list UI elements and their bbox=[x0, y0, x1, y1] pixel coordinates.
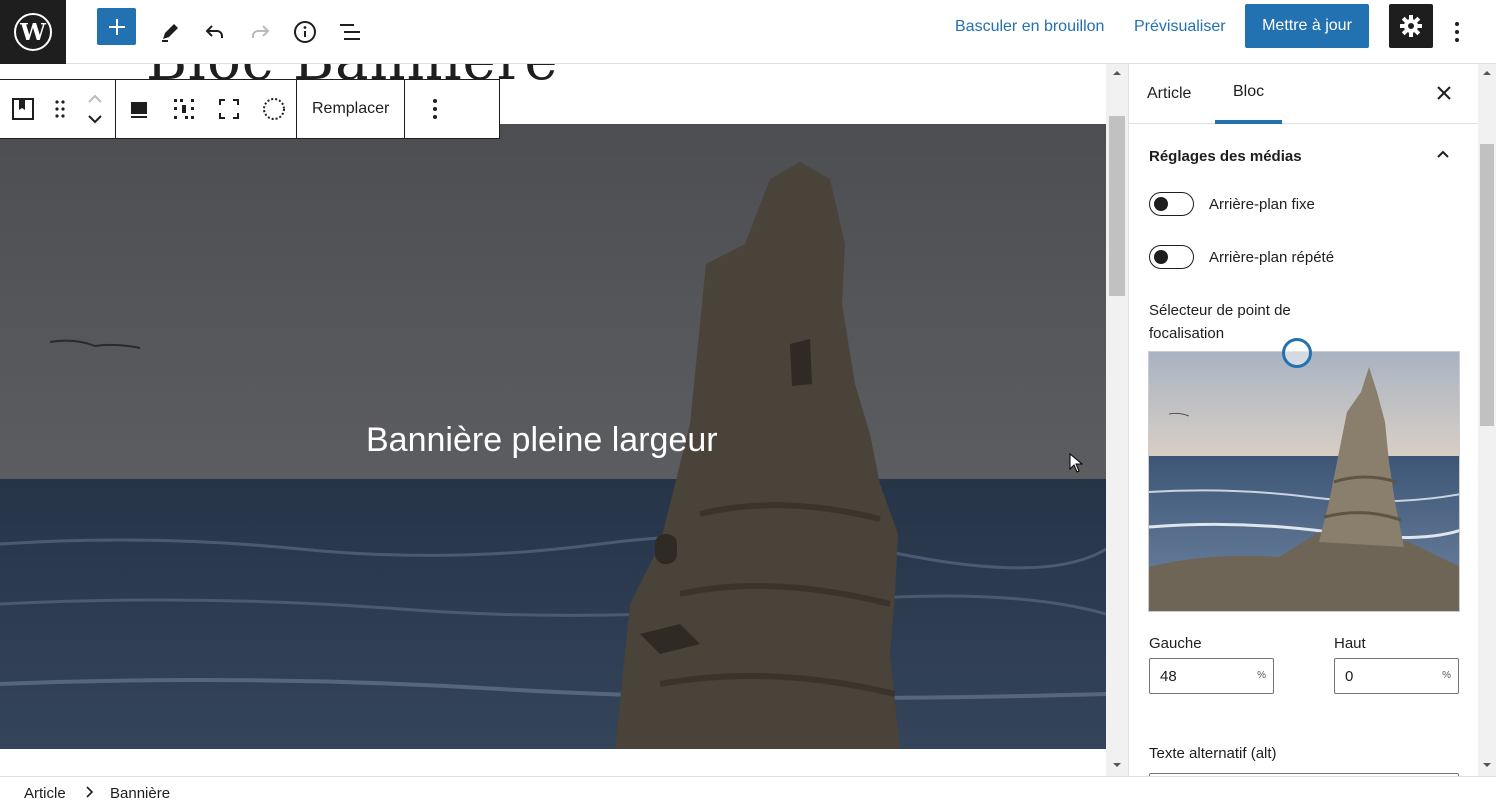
undo-icon[interactable] bbox=[195, 12, 235, 52]
add-block-button[interactable] bbox=[97, 8, 136, 45]
wordpress-logo-icon[interactable]: W bbox=[0, 0, 66, 64]
plus-icon bbox=[108, 18, 125, 35]
cover-block[interactable]: Bannière pleine largeur bbox=[0, 124, 1106, 749]
chevron-up-icon[interactable] bbox=[1435, 146, 1451, 167]
gear-icon bbox=[1400, 15, 1422, 37]
breadcrumb-banner: Bannière bbox=[110, 785, 171, 802]
focal-point-label: Sélecteur de point de focalisation bbox=[1149, 302, 1291, 342]
sidebar-scrollbar[interactable] bbox=[1478, 64, 1496, 776]
canvas-scrollbar[interactable] bbox=[1106, 64, 1128, 776]
top-position-input[interactable]: 0 % bbox=[1334, 658, 1459, 694]
top-position-value: 0 bbox=[1345, 667, 1354, 685]
left-position-label: Gauche bbox=[1149, 635, 1202, 652]
block-toolbar-group-parent bbox=[0, 80, 116, 138]
media-settings-panel-title[interactable]: Réglages des médias bbox=[1149, 148, 1302, 165]
settings-sidebar: Article Bloc Réglages des médias Arrière… bbox=[1128, 64, 1478, 776]
alt-text-label: Texte alternatif (alt) bbox=[1149, 745, 1277, 762]
tab-block[interactable]: Bloc bbox=[1215, 64, 1283, 124]
focal-point-handle[interactable] bbox=[1282, 338, 1312, 368]
left-position-value: 48 bbox=[1160, 667, 1177, 685]
full-height-toggle-icon[interactable] bbox=[206, 80, 251, 138]
breadcrumb-article[interactable]: Article bbox=[24, 785, 66, 802]
content-position-icon[interactable] bbox=[161, 80, 206, 138]
cover-paragraph[interactable]: Bannière pleine largeur bbox=[366, 421, 718, 460]
top-position-label: Haut bbox=[1334, 635, 1366, 652]
top-position-unit: % bbox=[1442, 670, 1451, 681]
block-toolbar-group-more bbox=[405, 80, 465, 138]
repeated-background-row: Arrière-plan répété bbox=[1149, 245, 1334, 269]
drag-handle-icon[interactable] bbox=[45, 80, 75, 138]
chevron-right-icon bbox=[84, 785, 94, 804]
move-down-icon[interactable] bbox=[87, 113, 103, 125]
fixed-background-toggle[interactable] bbox=[1149, 192, 1194, 216]
align-content-icon[interactable] bbox=[116, 80, 161, 138]
editor-header: W Basculer en brouillon Prévisualiser Me… bbox=[0, 0, 1496, 64]
block-editor: W Basculer en brouillon Prévisualiser Me… bbox=[0, 0, 1496, 805]
block-toolbar-group-replace: Remplacer bbox=[297, 80, 406, 138]
update-button[interactable]: Mettre à jour bbox=[1245, 4, 1369, 48]
duotone-filter-icon[interactable] bbox=[251, 80, 296, 138]
block-mover bbox=[75, 80, 115, 138]
close-icon[interactable] bbox=[1429, 78, 1459, 108]
block-breadcrumb: Article Bannière bbox=[0, 776, 1496, 805]
sidebar-scroll-up-icon[interactable] bbox=[1478, 68, 1496, 78]
settings-button[interactable] bbox=[1389, 4, 1433, 48]
tools-pencil-icon[interactable] bbox=[150, 12, 190, 52]
focal-point-picker[interactable] bbox=[1148, 351, 1460, 612]
scroll-down-arrow-icon[interactable] bbox=[1106, 760, 1128, 770]
left-position-input[interactable]: 48 % bbox=[1149, 658, 1274, 694]
repeated-background-toggle[interactable] bbox=[1149, 245, 1194, 269]
mouse-pointer-icon bbox=[1069, 452, 1084, 478]
preview-link[interactable]: Prévisualiser bbox=[1134, 18, 1226, 36]
left-position-unit: % bbox=[1257, 670, 1266, 681]
svg-text:W: W bbox=[19, 19, 47, 46]
move-up-icon[interactable] bbox=[87, 93, 103, 105]
fixed-background-label: Arrière-plan fixe bbox=[1209, 195, 1315, 213]
editor-canvas: Bloc Bannière bbox=[0, 64, 1106, 776]
focal-preview-image bbox=[1149, 352, 1459, 611]
sidebar-tabs: Article Bloc bbox=[1129, 64, 1478, 124]
more-options-icon[interactable] bbox=[1437, 12, 1477, 52]
redo-icon[interactable] bbox=[240, 12, 280, 52]
info-icon[interactable] bbox=[285, 12, 325, 52]
replace-media-button[interactable]: Remplacer bbox=[297, 80, 404, 138]
scroll-up-arrow-icon[interactable] bbox=[1106, 68, 1128, 78]
canvas-scrollbar-thumb[interactable] bbox=[1109, 116, 1125, 296]
block-type-cover-icon[interactable] bbox=[0, 80, 45, 138]
repeated-background-label: Arrière-plan répété bbox=[1209, 248, 1335, 266]
switch-to-draft-link[interactable]: Basculer en brouillon bbox=[955, 18, 1104, 36]
list-view-icon[interactable] bbox=[330, 12, 370, 52]
block-options-icon[interactable] bbox=[405, 80, 465, 138]
block-toolbar-group-alignment bbox=[116, 80, 297, 138]
block-toolbar: Remplacer bbox=[0, 79, 500, 139]
fixed-background-row: Arrière-plan fixe bbox=[1149, 192, 1315, 216]
sidebar-scrollbar-thumb[interactable] bbox=[1480, 144, 1494, 426]
tab-article[interactable]: Article bbox=[1147, 64, 1191, 124]
sidebar-scroll-down-icon[interactable] bbox=[1478, 760, 1496, 770]
